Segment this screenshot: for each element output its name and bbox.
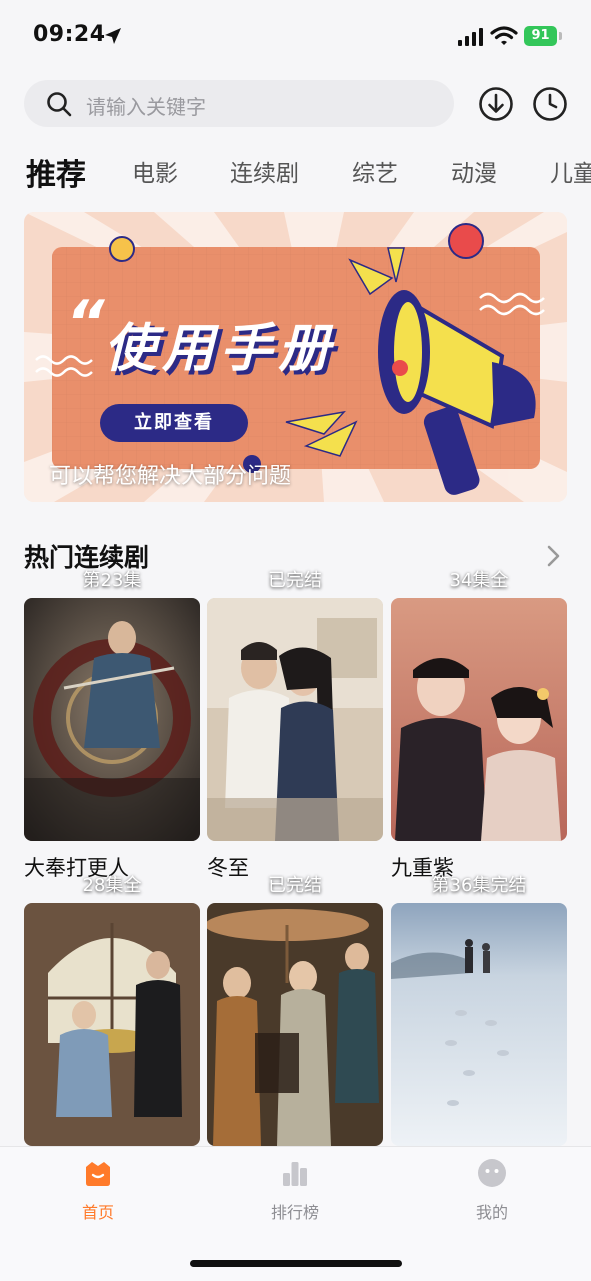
tab-movies[interactable]: 电影 (132, 154, 178, 188)
nav-ranking-label: 排行榜 (270, 1203, 319, 1222)
category-tabs: 推荐 电影 连续剧 综艺 动漫 儿童 (0, 146, 591, 194)
nav-ranking[interactable]: 排行榜 (235, 1157, 355, 1223)
episode-badge: 第36集完结 (431, 875, 527, 896)
episode-badge: 34集全 (449, 570, 509, 591)
home-icon (86, 1162, 110, 1186)
tab-variety[interactable]: 综艺 (352, 154, 398, 188)
episode-badge: 28集全 (82, 875, 142, 896)
banner-quote-mark: “ (66, 288, 105, 358)
wifi-icon (490, 26, 518, 45)
tab-anime[interactable]: 动漫 (451, 154, 497, 188)
nav-profile[interactable]: 我的 (432, 1157, 552, 1223)
profile-icon (478, 1159, 506, 1187)
poster-image (24, 903, 200, 1146)
home-indicator (190, 1260, 402, 1267)
search-input[interactable]: 请输入关键字 (24, 80, 454, 127)
poster-image (24, 598, 200, 841)
status-time: 09:24 (33, 22, 106, 47)
episode-badge: 已完结 (268, 570, 322, 591)
poster-image (207, 903, 383, 1146)
search-placeholder: 请输入关键字 (86, 95, 206, 119)
history-clock-icon[interactable] (532, 86, 568, 122)
nav-profile-label: 我的 (475, 1203, 508, 1222)
tab-kids[interactable]: 儿童 (550, 154, 591, 188)
episode-badge: 已完结 (268, 875, 322, 896)
manual-banner[interactable]: “ 使用手册 立即查看 可以帮您解决大部分问题 (24, 212, 567, 502)
cellular-signal-icon (458, 28, 483, 46)
tab-recommend[interactable]: 推荐 (26, 150, 86, 194)
nav-home-label: 首页 (81, 1203, 114, 1222)
battery-icon: 91 (524, 26, 562, 46)
nav-home[interactable]: 首页 (38, 1157, 158, 1223)
chevron-right-icon[interactable] (543, 544, 563, 568)
location-arrow-icon (105, 28, 121, 44)
episode-badge: 第23集 (82, 570, 142, 591)
status-bar: 09:24 91 (0, 0, 591, 72)
battery-level: 91 (524, 26, 557, 46)
search-icon (47, 92, 72, 117)
download-icon[interactable] (478, 86, 514, 122)
poster-image (391, 598, 567, 841)
banner-caption: 可以帮您解决大部分问题 (49, 464, 292, 489)
poster-image (391, 903, 567, 1146)
poster-image (207, 598, 383, 841)
tab-series[interactable]: 连续剧 (230, 154, 299, 188)
banner-title: 使用手册 (104, 319, 337, 379)
ranking-icon (283, 1162, 307, 1186)
view-now-button[interactable]: 立即查看 (100, 404, 248, 442)
